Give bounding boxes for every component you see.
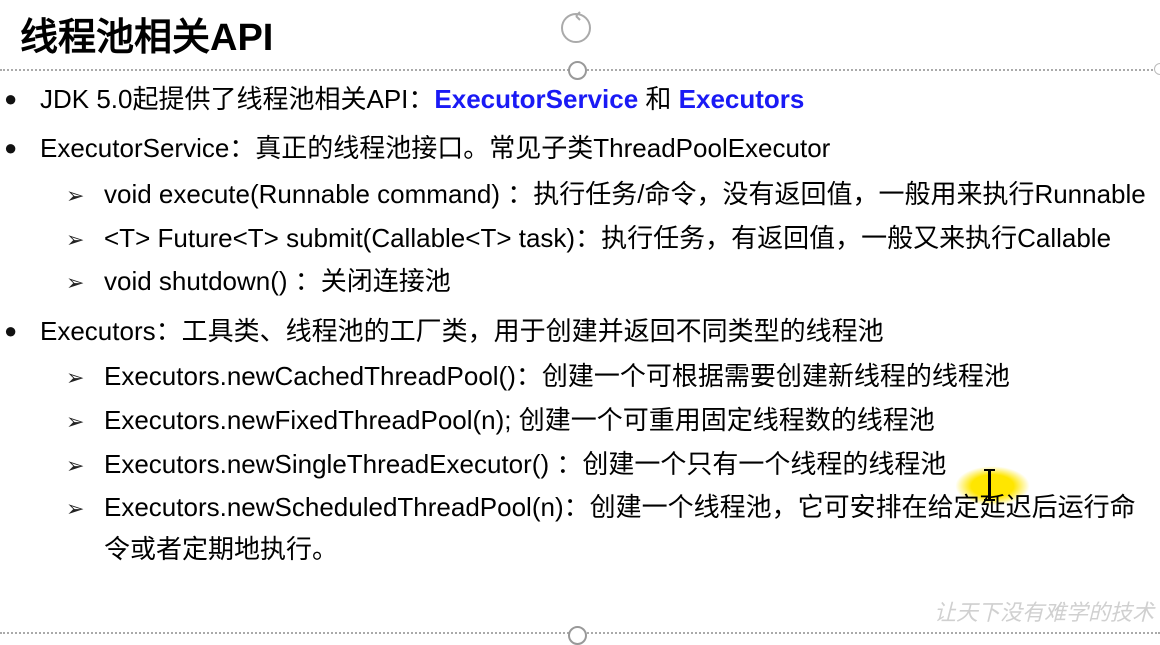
sub-item: Executors.newScheduledThreadPool(n)：创建一个… xyxy=(64,487,1160,570)
sub-item: <T> Future<T> submit(Callable<T> task)：执… xyxy=(64,218,1160,260)
bullet-item: ExecutorService：真正的线程池接口。常见子类ThreadPoolE… xyxy=(0,128,1160,302)
divider-top xyxy=(0,69,1160,71)
text: JDK 5.0起提供了线程池相关API： xyxy=(40,84,434,114)
text: 和 xyxy=(638,84,678,114)
anchor-icon xyxy=(568,61,587,80)
circle-icon xyxy=(1154,63,1160,75)
sub-item: void execute(Runnable command) ：执行任务/命令，… xyxy=(64,174,1160,216)
sub-item: void shutdown() ：关闭连接池 xyxy=(64,261,1160,303)
bullet-item: JDK 5.0起提供了线程池相关API：ExecutorService 和 Ex… xyxy=(0,79,1160,121)
bullet-item: Executors：工具类、线程池的工厂类，用于创建并返回不同类型的线程池 Ex… xyxy=(0,311,1160,571)
sub-item: Executors.newSingleThreadExecutor() ：创建一… xyxy=(64,444,1160,486)
sub-item: Executors.newFixedThreadPool(n); 创建一个可重用… xyxy=(64,400,1160,442)
refresh-icon xyxy=(558,10,594,59)
watermark: 让天下没有难学的技术 xyxy=(934,595,1154,630)
sub-list: void execute(Runnable command) ：执行任务/命令，… xyxy=(64,174,1160,303)
link-executorservice: ExecutorService xyxy=(434,84,638,114)
anchor-icon xyxy=(568,626,587,645)
text-cursor-icon xyxy=(988,471,991,499)
text: ExecutorService：真正的线程池接口。常见子类ThreadPoolE… xyxy=(40,133,830,163)
text: Executors：工具类、线程池的工厂类，用于创建并返回不同类型的线程池 xyxy=(40,316,884,346)
sub-list: Executors.newCachedThreadPool()：创建一个可根据需… xyxy=(64,356,1160,570)
sub-item: Executors.newCachedThreadPool()：创建一个可根据需… xyxy=(64,356,1160,398)
link-executors: Executors xyxy=(679,84,805,114)
bullet-list: JDK 5.0起提供了线程池相关API：ExecutorService 和 Ex… xyxy=(0,79,1160,571)
